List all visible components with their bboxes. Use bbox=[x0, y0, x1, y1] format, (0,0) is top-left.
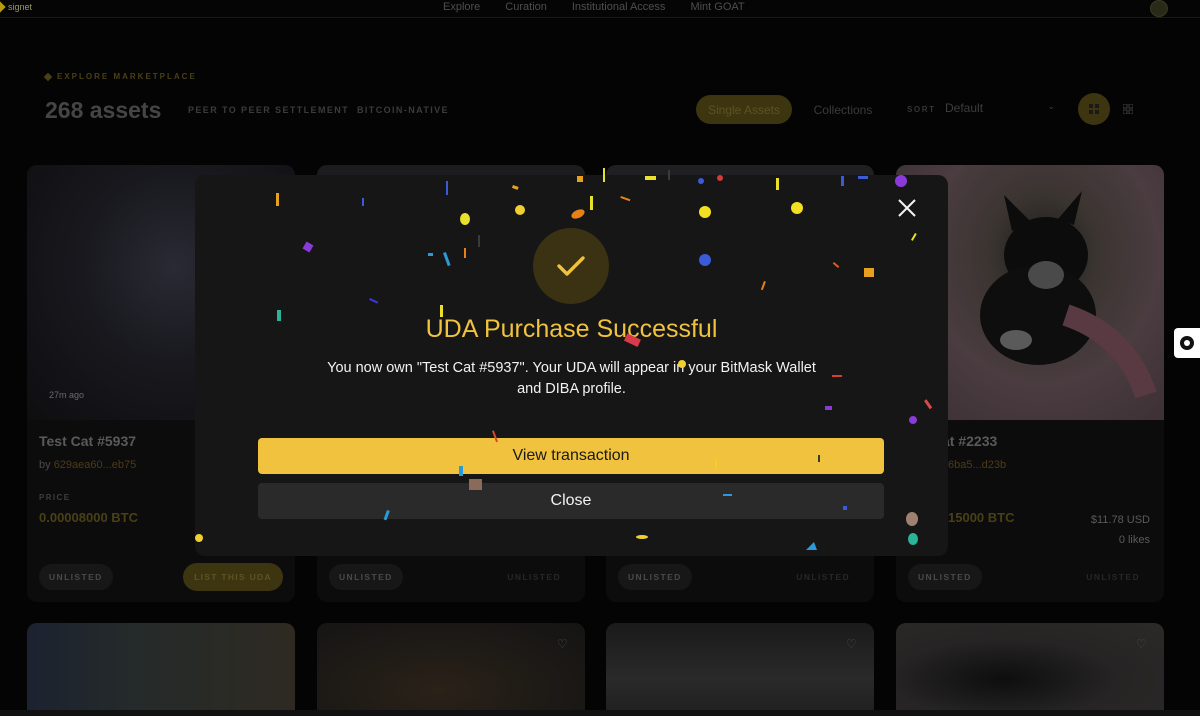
status-badge-right: UNLISTED bbox=[1086, 572, 1140, 582]
purchase-success-modal: UDA Purchase Successful You now own "Tes… bbox=[195, 175, 948, 556]
heart-icon[interactable]: ♡ bbox=[846, 637, 860, 651]
sort-select[interactable]: Default ⌄ bbox=[945, 101, 1055, 117]
nav-explore[interactable]: Explore bbox=[443, 1, 480, 13]
success-badge bbox=[533, 228, 609, 304]
asset-card[interactable]: ♡ bbox=[317, 623, 585, 716]
brand-name: signet bbox=[8, 2, 33, 12]
compact-grid-icon[interactable] bbox=[1112, 93, 1144, 125]
status-badge-right: UNLISTED bbox=[796, 572, 850, 582]
heart-icon[interactable]: ♡ bbox=[1136, 637, 1150, 651]
asset-card[interactable]: ♡ bbox=[896, 623, 1164, 716]
modal-title: UDA Purchase Successful bbox=[425, 315, 718, 343]
sort-label: SORT bbox=[907, 105, 936, 114]
diamond-icon bbox=[43, 72, 53, 81]
heart-icon[interactable]: ♡ bbox=[1136, 179, 1150, 193]
grid-view-icon[interactable] bbox=[1078, 93, 1110, 125]
tag-bitcoin-native: BITCOIN-NATIVE bbox=[357, 105, 449, 115]
card-likes: 0 likes bbox=[1118, 534, 1150, 546]
card-image bbox=[317, 623, 585, 716]
eyebrow: EXPLORE MARKETPLACE bbox=[43, 72, 197, 81]
card-price: 0.00008000 BTC bbox=[39, 510, 139, 525]
nav-mint-goat[interactable]: Mint GOAT bbox=[690, 1, 744, 13]
card-owner: 6ba5...d23b bbox=[948, 459, 1006, 471]
owner-address[interactable]: 629aea60...eb75 bbox=[54, 459, 137, 471]
card-owner: by 629aea60...eb75 bbox=[39, 459, 136, 471]
card-price: 15000 BTC bbox=[948, 510, 1015, 525]
heart-icon[interactable]: ♡ bbox=[557, 637, 571, 651]
status-badge: UNLISTED bbox=[39, 564, 113, 590]
support-icon bbox=[1180, 336, 1194, 350]
bottom-strip bbox=[0, 710, 1200, 716]
assets-count: 268 assets bbox=[45, 97, 162, 123]
status-badge: UNLISTED bbox=[618, 564, 692, 590]
chevron-down-icon: ⌄ bbox=[1047, 101, 1055, 111]
status-badge-right: UNLISTED bbox=[507, 572, 561, 582]
brand-logo-icon bbox=[0, 1, 6, 13]
view-transaction-button[interactable]: View transaction bbox=[258, 438, 884, 474]
status-badge: UNLISTED bbox=[908, 564, 982, 590]
card-image bbox=[896, 623, 1164, 716]
close-icon[interactable] bbox=[895, 196, 919, 220]
sort-value: Default bbox=[945, 101, 984, 115]
card-time: 27m ago bbox=[49, 390, 85, 400]
nav-curation[interactable]: Curation bbox=[505, 1, 547, 13]
price-label: PRICE bbox=[39, 493, 71, 502]
top-nav: signet Explore Curation Institutional Ac… bbox=[0, 0, 1200, 18]
modal-message: You now own "Test Cat #5937". Your UDA w… bbox=[327, 360, 816, 397]
card-image bbox=[606, 623, 874, 716]
eyebrow-text: EXPLORE MARKETPLACE bbox=[57, 72, 197, 81]
tag-p2p: PEER TO PEER SETTLEMENT bbox=[188, 105, 350, 115]
brand[interactable]: signet bbox=[0, 1, 33, 13]
card-title[interactable]: Test Cat #5937 bbox=[39, 433, 136, 449]
owner-address[interactable]: 6ba5...d23b bbox=[948, 459, 1006, 471]
close-button[interactable]: Close bbox=[258, 483, 884, 519]
owl-avatar-icon[interactable] bbox=[1150, 0, 1168, 17]
card-owner-prefix: by bbox=[39, 459, 51, 471]
collections-button[interactable]: Collections bbox=[806, 95, 880, 124]
asset-card[interactable] bbox=[27, 623, 295, 716]
card-usd: $11.78 USD bbox=[1090, 514, 1150, 526]
side-widget[interactable] bbox=[1174, 328, 1200, 358]
asset-card[interactable]: ♡ bbox=[606, 623, 874, 716]
card-title[interactable]: at #2233 bbox=[942, 433, 997, 449]
card-image bbox=[27, 623, 295, 716]
status-badge: UNLISTED bbox=[329, 564, 403, 590]
nav-institutional-access[interactable]: Institutional Access bbox=[572, 1, 666, 13]
list-this-uda-button[interactable]: LIST THIS UDA bbox=[183, 563, 283, 591]
nav-links: Explore Curation Institutional Access Mi… bbox=[443, 1, 745, 13]
check-icon bbox=[557, 256, 585, 276]
single-assets-button[interactable]: Single Assets bbox=[696, 95, 792, 124]
